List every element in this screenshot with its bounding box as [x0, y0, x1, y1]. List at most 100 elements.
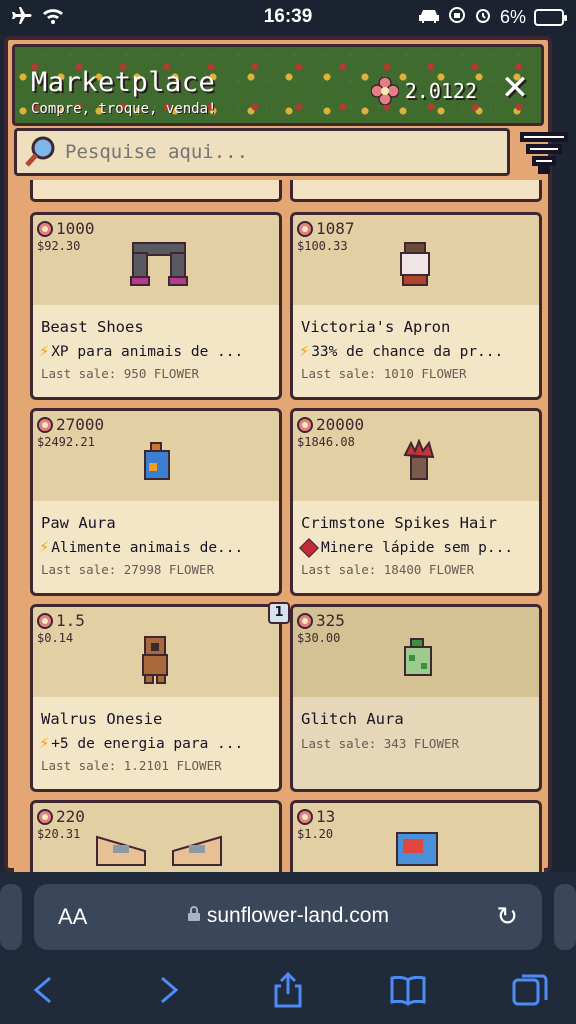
listing-usd-price: $92.30 — [37, 239, 81, 253]
lightning-icon: ⚡ — [39, 540, 50, 556]
flower-token-icon — [370, 76, 400, 106]
listing-price: 20000 — [316, 415, 365, 434]
listing-card[interactable]: 1087 $100.33 Victoria's Apron ⚡ 33% de ch… — [290, 212, 542, 400]
listing-card[interactable]: 325 $30.00 Glitch Aura Last sale: 343 FL… — [290, 604, 542, 792]
close-button[interactable]: ✕ — [499, 71, 531, 105]
listing-price: 13 — [316, 807, 336, 826]
listing-price: 1.5 — [56, 611, 85, 630]
battery-charging-icon — [534, 9, 567, 26]
listing-description: +5 de energia para ... — [51, 736, 244, 752]
chevron-left-icon — [33, 976, 51, 1004]
lightning-icon: ⚡ — [39, 736, 50, 752]
wearable-item-icon — [96, 835, 222, 866]
bookmarks-button[interactable] — [388, 970, 428, 1010]
owned-count-badge: 1 — [268, 602, 290, 624]
chevron-right-icon — [161, 976, 179, 1004]
victorias-apron-icon — [400, 242, 430, 286]
listing-card[interactable]: 1000 $92.30 Beast Shoes ⚡ XP para animais… — [30, 212, 282, 400]
flower-token-icon — [297, 808, 313, 825]
listing-name: Paw Aura — [41, 514, 116, 532]
flower-token-icon — [297, 220, 313, 237]
listing-price: 1087 — [316, 219, 355, 238]
marketplace-frame: Marketplace Compre, troque, venda! 2.012… — [4, 36, 568, 880]
lightning-icon: ⚡ — [39, 344, 50, 360]
listing-name: Glitch Aura — [301, 710, 404, 728]
listing-usd-price: $0.14 — [37, 631, 74, 645]
address-bar[interactable]: AA sunflower-land.com ↻ — [34, 884, 542, 950]
crimstone-spikes-hair-icon — [403, 439, 435, 480]
listing-usd-price: $1846.08 — [297, 435, 355, 449]
tabs-icon — [512, 974, 548, 1006]
listing-name: Walrus Onesie — [41, 710, 163, 728]
listing-price: 325 — [316, 611, 345, 630]
walrus-onesie-icon — [142, 636, 168, 684]
listing-price: 1000 — [56, 219, 95, 238]
page-subtitle: Compre, troque, venda! — [31, 101, 217, 117]
previous-tab-preview[interactable] — [0, 884, 22, 950]
next-tab-preview[interactable] — [554, 884, 576, 950]
listing-name: Crimstone Spikes Hair — [301, 514, 497, 532]
listing-last-sale: Last sale: 1.2101 FLOWER — [41, 758, 222, 773]
flower-balance: 2.0122 — [370, 76, 477, 106]
orientation-lock-icon — [448, 6, 466, 29]
lightning-icon: ⚡ — [299, 344, 310, 360]
forward-button[interactable] — [148, 970, 188, 1010]
tabs-button[interactable] — [510, 970, 550, 1010]
search-input[interactable] — [65, 141, 485, 163]
listing-usd-price: $2492.21 — [37, 435, 95, 449]
search-icon — [23, 134, 59, 170]
listing-last-sale: Last sale: 343 FLOWER — [301, 736, 460, 751]
collectible-item-icon — [396, 832, 438, 866]
share-button[interactable] — [268, 970, 308, 1010]
listing-price: 220 — [56, 807, 85, 826]
listing-usd-price: $30.00 — [297, 631, 341, 645]
listing-description: 33% de chance da pr... — [311, 344, 504, 360]
listing-name: Victoria's Apron — [301, 318, 451, 336]
listing-last-sale: Last sale: 27998 FLOWER — [41, 562, 215, 577]
listings-grid: 1000 $92.30 Beast Shoes ⚡ XP para animais… — [14, 180, 544, 880]
flower-token-icon — [297, 416, 313, 433]
crimstone-icon — [299, 538, 319, 558]
flower-token-icon — [37, 416, 53, 433]
car-icon — [418, 7, 440, 28]
listing-usd-price: $20.31 — [37, 827, 81, 841]
flower-token-icon — [37, 808, 53, 825]
listing-description: Minere lápide sem p... — [321, 540, 514, 556]
search-bar[interactable] — [14, 128, 510, 176]
flower-token-icon — [297, 612, 313, 629]
battery-percent: 6% — [499, 7, 526, 27]
listing-card-partial[interactable] — [290, 180, 542, 202]
share-icon — [274, 971, 302, 1008]
beast-shoes-icon — [130, 242, 188, 286]
listing-usd-price: $1.20 — [297, 827, 334, 841]
listing-card[interactable]: 27000 $2492.21 Paw Aura ⚡ Alimente animai… — [30, 408, 282, 596]
listing-description: XP para animais de ... — [51, 344, 244, 360]
reload-icon[interactable]: ↻ — [496, 902, 518, 932]
browser-toolbar: AA sunflower-land.com ↻ — [0, 872, 576, 1024]
url-text: sunflower-land.com — [206, 904, 389, 927]
paw-aura-icon — [144, 442, 170, 480]
marketplace-header: Marketplace Compre, troque, venda! 2.012… — [12, 44, 544, 126]
lock-icon — [187, 904, 207, 927]
glitch-aura-icon — [404, 638, 432, 676]
listing-last-sale: Last sale: 18400 FLOWER — [301, 562, 475, 577]
listing-card[interactable]: 20000 $1846.08 Crimstone Spikes Hair Min… — [290, 408, 542, 596]
marketplace-app: Marketplace Compre, troque, venda! 2.012… — [0, 34, 576, 880]
book-icon — [390, 975, 426, 1006]
listing-card[interactable]: 13 $1.20 — [290, 800, 542, 880]
listing-name: Beast Shoes — [41, 318, 144, 336]
flower-token-icon — [37, 220, 53, 237]
listing-card[interactable]: 220 $20.31 — [30, 800, 282, 880]
listing-last-sale: Last sale: 1010 FLOWER — [301, 366, 467, 381]
listing-last-sale: Last sale: 950 FLOWER — [41, 366, 200, 381]
back-button[interactable] — [24, 970, 64, 1010]
listing-price: 27000 — [56, 415, 105, 434]
listing-card-partial[interactable] — [30, 180, 282, 202]
status-bar: 16:39 6% — [0, 0, 576, 34]
listing-card[interactable]: 1.5 $0.14 Walrus Onesie ⚡ +5 de energia p… — [30, 604, 282, 792]
alarm-icon — [474, 6, 492, 29]
filter-icon — [520, 132, 568, 174]
filter-button[interactable] — [520, 130, 568, 174]
page-title: Marketplace — [31, 67, 216, 98]
listing-usd-price: $100.33 — [297, 239, 348, 253]
